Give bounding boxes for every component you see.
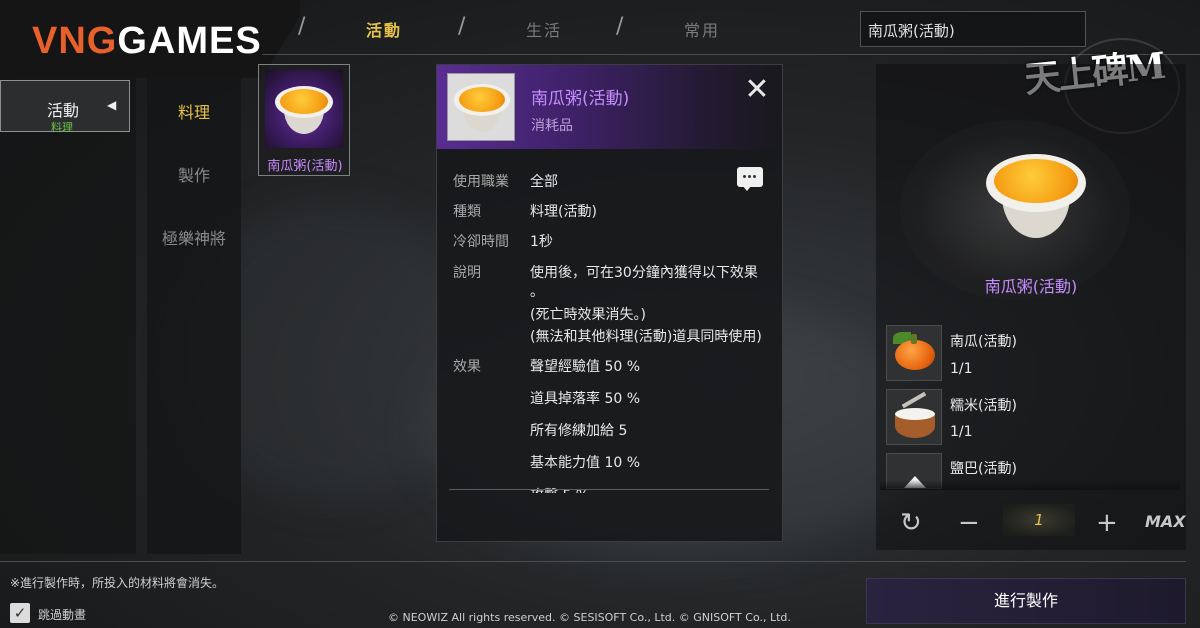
item-type: 消耗品 — [531, 118, 573, 134]
effect-item: 道具掉落率 50 % — [530, 391, 641, 407]
description-line: 使用後，可在30分鐘內獲得以下效果 — [530, 265, 758, 281]
category-sub-label: 料理 — [51, 121, 73, 134]
cooldown-label: 冷卻時間 — [453, 234, 509, 250]
kind-label: 種類 — [453, 204, 481, 220]
logo-suffix: GAMES — [117, 20, 262, 62]
description-label: 說明 — [453, 265, 481, 281]
item-slot-pumpkin-porridge[interactable]: 南瓜粥(活動) — [258, 64, 350, 176]
description-line: 。 — [530, 284, 544, 300]
item-title: 南瓜粥(活動) — [531, 89, 630, 109]
tab-life[interactable]: 生活 — [526, 17, 562, 41]
kind-value: 料理(活動) — [530, 204, 597, 220]
chevron-left-icon: ◀ — [107, 98, 117, 112]
logo-prefix: VNG — [32, 20, 118, 62]
material-name: 糯米(活動) — [950, 398, 1017, 414]
list-fade — [880, 480, 1180, 490]
effect-item: 聲望經驗值 50 % — [530, 359, 641, 375]
tab-separator: / — [616, 14, 624, 39]
skip-animation-checkbox[interactable]: ✓ — [10, 603, 30, 623]
item-detail-popup: 南瓜粥(活動) 消耗品 ✕ 使用職業 全部 種類 料理(活動) 冷卻時間 1秒 … — [436, 64, 783, 542]
skip-animation-label: 跳過動畫 — [38, 608, 87, 622]
tab-common[interactable]: 常用 — [684, 17, 720, 41]
description-line: (死亡時效果消失。) — [530, 307, 646, 323]
quantity-input[interactable]: 1 — [1003, 504, 1075, 536]
tab-separator: / — [458, 14, 466, 39]
effect-label: 效果 — [453, 359, 481, 375]
close-icon[interactable]: ✕ — [743, 75, 771, 105]
pumpkin-icon[interactable] — [886, 325, 942, 381]
subcategory-bliss-general[interactable]: 極樂神將 — [147, 225, 241, 249]
chat-icon[interactable] — [737, 167, 763, 191]
reset-icon[interactable]: ↻ — [900, 508, 922, 538]
pumpkin-porridge-icon — [265, 70, 343, 148]
subcategory-panel — [147, 78, 241, 554]
product-name: 南瓜粥(活動) — [984, 277, 1078, 296]
cooldown-value: 1秒 — [530, 234, 553, 250]
craft-button[interactable]: 進行製作 — [866, 578, 1186, 624]
material-count: 1/1 — [950, 361, 973, 377]
glutinous-rice-icon[interactable] — [886, 389, 942, 445]
pumpkin-porridge-icon — [447, 73, 515, 141]
decrease-button[interactable]: − — [958, 508, 980, 538]
footer-divider — [0, 561, 1186, 562]
material-name: 鹽巴(活動) — [950, 461, 1017, 477]
subcategory-cooking[interactable]: 料理 — [147, 99, 241, 123]
description-line: (無法和其他料理(活動)道具同時使用) — [530, 329, 762, 345]
job-value: 全部 — [530, 174, 558, 190]
material-count: 1/1 — [950, 424, 973, 440]
vng-logo-box: VNGGAMES — [0, 0, 300, 78]
material-name: 南瓜(活動) — [950, 334, 1017, 350]
tab-separator: / — [298, 14, 306, 39]
search-input[interactable]: 南瓜粥(活動) — [860, 11, 1086, 47]
job-label: 使用職業 — [453, 174, 509, 190]
category-activity[interactable]: 活動 料理 ◀ — [0, 80, 130, 134]
category-label: 活動 — [47, 101, 80, 120]
popup-divider — [449, 489, 769, 490]
increase-button[interactable]: + — [1096, 508, 1118, 538]
copyright-text: © NEOWIZ All rights reserved. © SESISOFT… — [388, 611, 791, 624]
category-panel — [0, 78, 136, 554]
tab-activity[interactable]: 活動 — [366, 17, 402, 41]
vng-logo: VNGGAMES — [32, 20, 262, 63]
effect-item: 基本能力值 10 % — [530, 455, 641, 471]
effect-item: 所有修練加給 5 — [530, 423, 628, 439]
subcategory-crafting[interactable]: 製作 — [147, 162, 241, 186]
craft-notice: ※進行製作時，所投入的材料將會消失。 — [10, 576, 225, 590]
item-slot-label: 南瓜粥(活動) — [267, 159, 343, 174]
product-porridge-icon — [986, 150, 1086, 242]
max-button[interactable]: MAX — [1145, 512, 1186, 531]
